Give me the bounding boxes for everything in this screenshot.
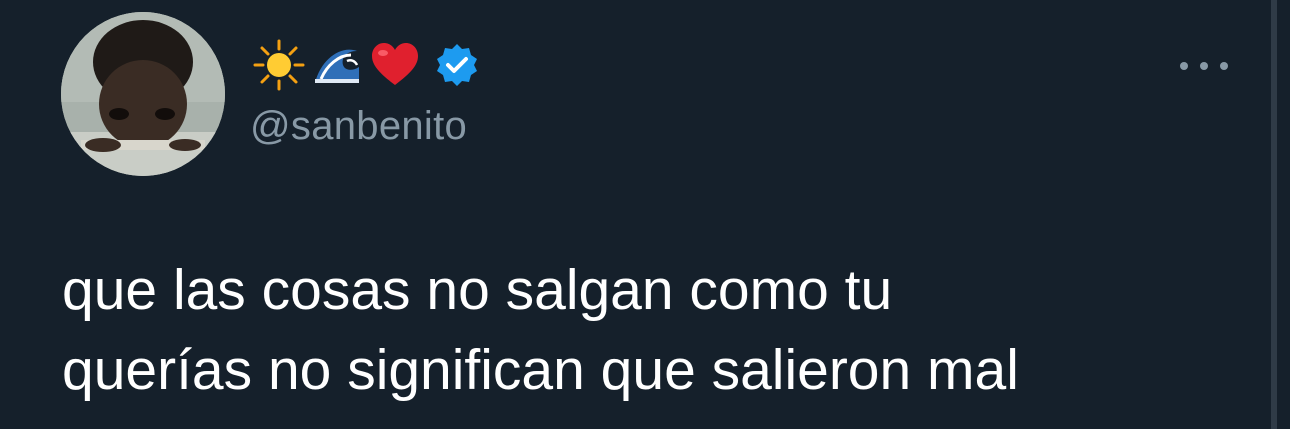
tweet-text-line: querías no significan que salieron mal xyxy=(62,338,1019,402)
heart-emoji xyxy=(369,39,421,91)
user-handle[interactable]: @sanbenito xyxy=(250,104,467,149)
scrollbar[interactable] xyxy=(1271,0,1277,429)
verified-badge-icon xyxy=(433,41,481,89)
display-name[interactable] xyxy=(253,36,481,94)
more-dot xyxy=(1180,62,1188,70)
sun-emoji xyxy=(253,39,305,91)
wave-emoji xyxy=(311,39,363,91)
tweet-card: @sanbenito que las cosas no salgan como … xyxy=(0,0,1290,429)
more-dot xyxy=(1200,62,1208,70)
avatar[interactable] xyxy=(61,12,225,176)
more-dot xyxy=(1220,62,1228,70)
tweet-text-line: que las cosas no salgan como tu xyxy=(62,258,893,322)
avatar-image xyxy=(61,12,225,176)
tweet-text: que las cosas no salgan como tu querías … xyxy=(62,250,1242,410)
more-horizontal-icon[interactable] xyxy=(1180,56,1228,76)
